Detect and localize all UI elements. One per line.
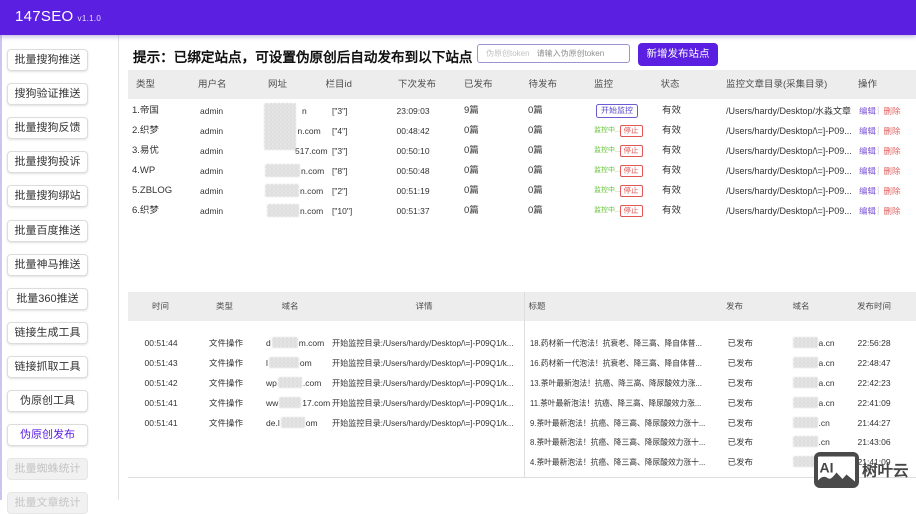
svg-text:AI: AI <box>820 460 834 476</box>
